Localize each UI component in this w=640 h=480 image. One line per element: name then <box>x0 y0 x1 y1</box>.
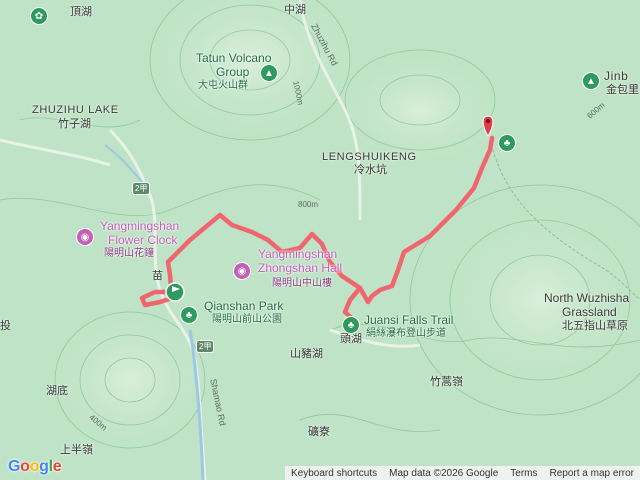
terrain-layer <box>0 0 640 480</box>
keyboard-shortcuts-link[interactable]: Keyboard shortcuts <box>285 468 383 479</box>
map-data-attribution: Map data ©2026 Google <box>389 467 499 479</box>
tree-icon[interactable]: ♣ <box>180 306 198 324</box>
trailhead-icon[interactable]: ♣ <box>342 316 360 334</box>
mountain-icon[interactable]: ▲ <box>260 64 278 82</box>
terms-link[interactable]: Terms <box>504 468 543 479</box>
map-footer: Keyboard shortcuts Map data ©2026 Google… <box>284 466 640 480</box>
route-badge-2-south: 2甲 <box>196 340 215 353</box>
park-marker-dinghu[interactable]: ✿ <box>30 7 48 25</box>
camera-icon[interactable]: ◉ <box>76 228 94 246</box>
report-error-link[interactable]: Report a map error <box>544 468 640 479</box>
trail-end-marker[interactable]: ♣ <box>498 134 516 152</box>
park-marker-jin[interactable]: ▲ <box>582 72 600 90</box>
start-flag-icon[interactable] <box>165 282 185 302</box>
camera-icon[interactable]: ◉ <box>233 262 251 280</box>
route-badge-2: 2甲 <box>132 182 151 195</box>
map-canvas[interactable]: 頂湖 ✿ 中湖 ZHUZIHU LAKE 竹子湖 LENGSHUIKENG 冷水… <box>0 0 640 480</box>
google-logo: Google <box>8 458 62 475</box>
